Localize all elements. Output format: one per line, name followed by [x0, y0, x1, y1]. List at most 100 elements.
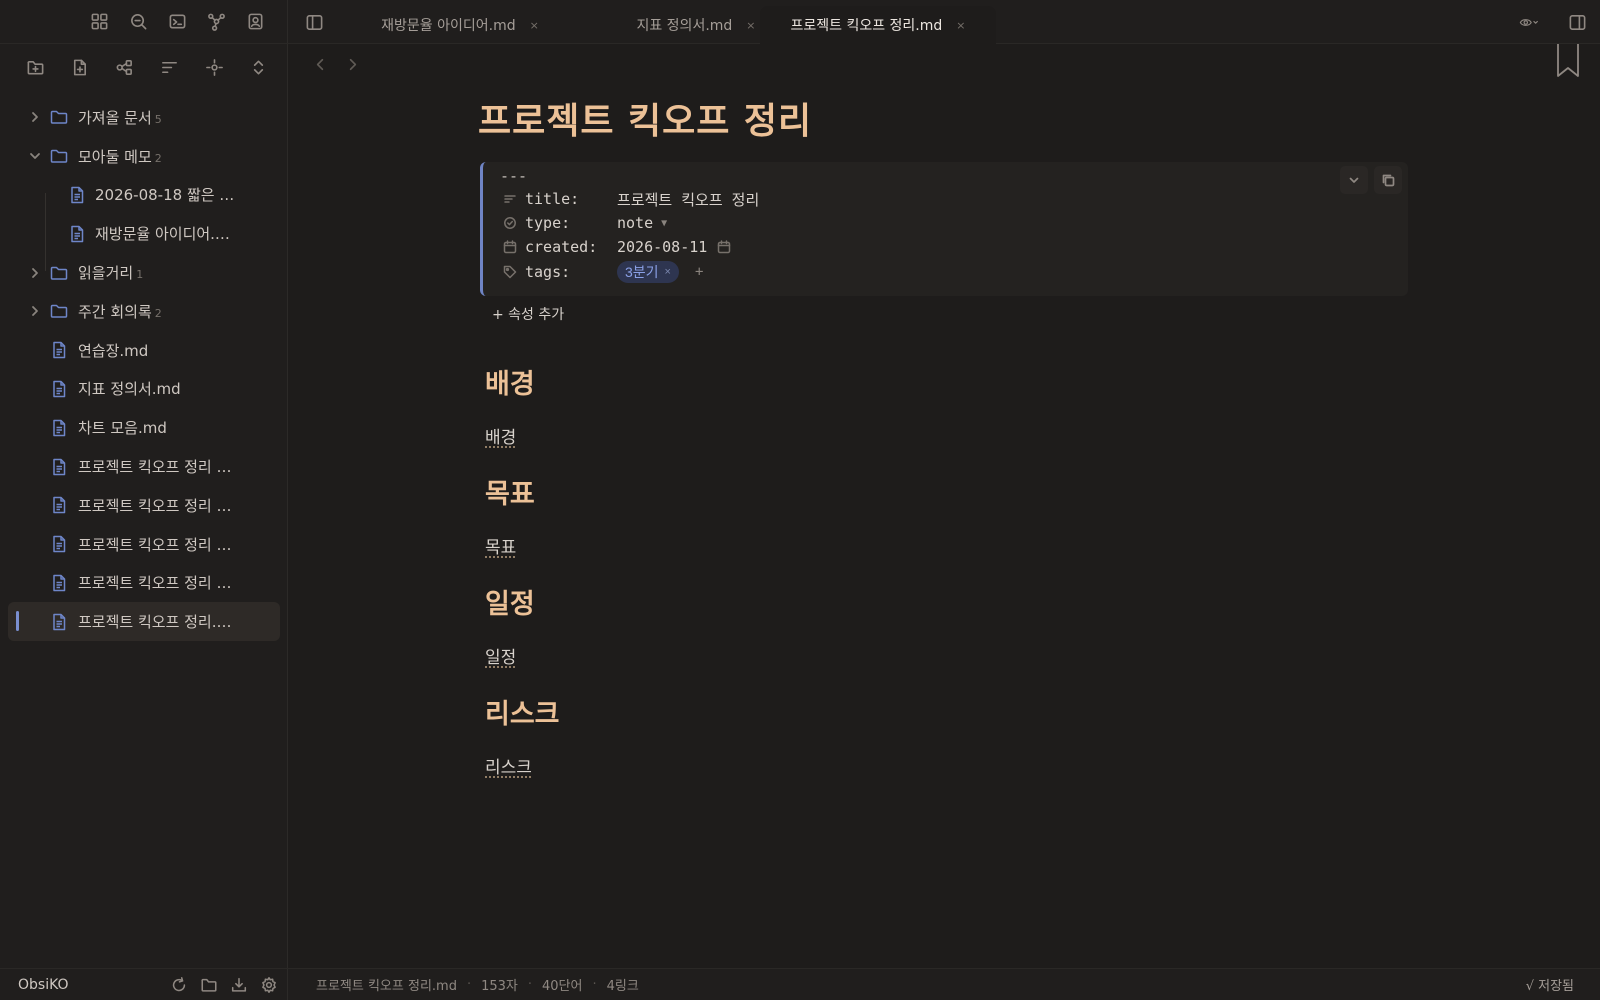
back-arrow-icon[interactable]	[310, 54, 330, 74]
section-heading: 목표	[485, 479, 535, 510]
tree-file[interactable]: 프로젝트 킥오프 정리 …	[8, 447, 280, 486]
property-value[interactable]: 프로젝트 킥오프 정리	[617, 189, 759, 210]
tree-label: 프로젝트 킥오프 정리 …	[78, 535, 232, 554]
property-row[interactable]: type: note ▼	[503, 211, 667, 235]
tab-close-icon[interactable]: ×	[530, 19, 539, 32]
collapse-chevron-icon[interactable]	[1340, 166, 1368, 194]
tree-folder[interactable]: 읽을거리 1	[8, 253, 280, 292]
tree-file[interactable]: 지표 정의서.md	[8, 370, 280, 409]
chevron-right-icon	[28, 266, 42, 280]
file-icon	[50, 613, 68, 631]
property-value[interactable]: note	[617, 214, 653, 232]
tree-file[interactable]: 차트 모음.md	[8, 408, 280, 447]
file-icon	[50, 380, 68, 398]
tree-file-active[interactable]: 프로젝트 킥오프 정리.…	[8, 602, 280, 642]
reading-view-eye-icon[interactable]	[1510, 9, 1546, 35]
property-row[interactable]: tags: 3분기 × +	[503, 260, 703, 284]
calendar-icon	[503, 240, 517, 254]
property-key: type:	[525, 214, 571, 232]
file-icon	[50, 535, 68, 553]
tree-count: 5	[154, 112, 162, 126]
add-tag-button[interactable]: +	[695, 264, 703, 280]
graph-icon[interactable]	[203, 9, 229, 35]
tree-label: 2026-08-18 짧은 …	[95, 186, 235, 205]
property-key: created:	[525, 238, 598, 256]
file-icon	[68, 186, 86, 204]
reveal-icon[interactable]	[201, 54, 227, 80]
search-icon[interactable]	[125, 9, 151, 35]
calendar-picker-icon[interactable]	[717, 240, 731, 254]
property-row[interactable]: created: 2026-08-11	[503, 235, 739, 259]
section-heading: 리스크	[485, 699, 560, 730]
property-value[interactable]: 2026-08-11	[617, 238, 707, 256]
tree-folder[interactable]: 모아둘 메모 2	[8, 137, 280, 176]
status-separator: ·	[466, 977, 472, 992]
tree-file[interactable]: 연습장.md	[8, 331, 280, 370]
tree-file[interactable]: 재방문율 아이디어.…	[8, 214, 280, 253]
tab-file-active[interactable]: 프로젝트 킥오프 정리.md ×	[760, 6, 996, 44]
toggle-left-sidebar-icon[interactable]	[301, 9, 327, 35]
file-icon	[50, 458, 68, 476]
chevron-right-icon	[28, 304, 42, 318]
tab-bar: 재방문율 아이디어.md × 지표 정의서.md × 프로젝트 킥오프 정리.m…	[288, 0, 1600, 44]
tree-label: 가져올 문서 5	[78, 108, 162, 127]
tab-label: 재방문율 아이디어.md	[381, 18, 516, 34]
property-key: title:	[525, 190, 580, 208]
tree-label: 차트 모음.md	[78, 419, 167, 438]
bookmark-icon[interactable]	[1556, 44, 1580, 78]
tab-close-icon[interactable]: ×	[746, 19, 755, 32]
page-title[interactable]: 프로젝트 킥오프 정리	[478, 92, 1408, 142]
folder-open-icon[interactable]	[198, 974, 220, 996]
tree-label: 지표 정의서.md	[78, 380, 181, 399]
new-note-icon[interactable]	[67, 54, 93, 80]
settings-gear-icon[interactable]	[258, 974, 280, 996]
internal-link[interactable]: 리스크	[485, 753, 532, 778]
terminal-icon[interactable]	[164, 9, 190, 35]
tree-label: 프로젝트 킥오프 정리 …	[78, 496, 232, 515]
folder-icon	[50, 147, 68, 165]
download-icon[interactable]	[228, 974, 250, 996]
vault-name[interactable]: ObsiKO	[18, 977, 168, 993]
tag-remove-icon[interactable]: ×	[665, 266, 671, 278]
property-row[interactable]: title: 프로젝트 킥오프 정리	[503, 187, 759, 211]
sort-icon[interactable]	[156, 54, 182, 80]
tag-icon	[503, 265, 517, 279]
status-separator: ·	[592, 977, 597, 992]
internal-link[interactable]: 목표	[485, 533, 516, 558]
graph-view-icon[interactable]	[112, 54, 138, 80]
file-icon	[50, 419, 68, 437]
tree-label: 주간 회의록 2	[78, 302, 162, 321]
property-key: tags:	[525, 263, 571, 281]
tree-file[interactable]: 2026-08-18 짧은 …	[8, 176, 280, 215]
tab-file[interactable]: 재방문율 아이디어.md ×	[342, 6, 578, 44]
expand-collapse-icon[interactable]	[246, 54, 272, 80]
tree-file[interactable]: 프로젝트 킥오프 정리 …	[8, 525, 280, 564]
file-icon	[50, 496, 68, 514]
toggle-right-sidebar-icon[interactable]	[1564, 9, 1590, 35]
tab-label: 지표 정의서.md	[636, 18, 733, 34]
tree-file[interactable]: 프로젝트 킥오프 정리 …	[8, 486, 280, 525]
sidebar: 가져올 문서 5 모아둘 메모 2 2026-08-18 짧은 … 재방문율 아이디…	[0, 0, 288, 1000]
new-folder-icon[interactable]	[22, 54, 48, 80]
contact-icon[interactable]	[242, 9, 268, 35]
tag-label: 3분기	[625, 264, 659, 280]
tab-close-icon[interactable]: ×	[956, 19, 965, 32]
section-heading: 배경	[485, 369, 535, 400]
tree-label: 프로젝트 킥오프 정리 …	[78, 574, 232, 593]
chevron-right-icon	[28, 110, 42, 124]
tab-label: 프로젝트 킥오프 정리.md	[790, 18, 943, 34]
tree-folder[interactable]: 가져올 문서 5	[8, 98, 280, 137]
refresh-icon[interactable]	[168, 974, 190, 996]
internal-link[interactable]: 일정	[485, 643, 516, 668]
copy-icon[interactable]	[1374, 166, 1402, 194]
tree-count: 2	[154, 151, 162, 165]
history-nav	[310, 54, 362, 74]
tree-folder[interactable]: 주간 회의록 2	[8, 292, 280, 331]
tree-file[interactable]: 프로젝트 킥오프 정리 …	[8, 564, 280, 603]
layout-grid-icon[interactable]	[86, 9, 112, 35]
add-property-button[interactable]: + 속성 추가	[478, 300, 578, 330]
forward-arrow-icon[interactable]	[342, 54, 362, 74]
internal-link[interactable]: 배경	[485, 423, 516, 448]
dropdown-caret-icon[interactable]: ▼	[661, 218, 667, 229]
tag-pill[interactable]: 3분기 ×	[617, 261, 679, 283]
